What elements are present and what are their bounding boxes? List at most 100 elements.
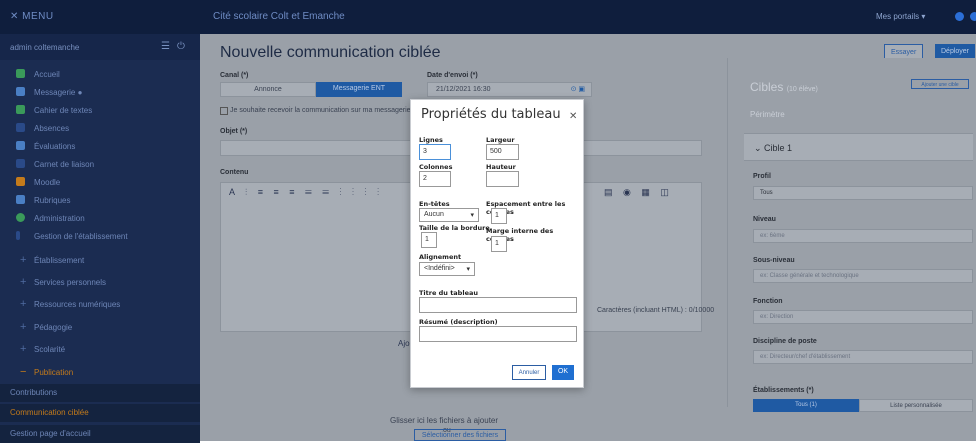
close-icon[interactable]: ✕ — [569, 111, 577, 122]
plus-icon: + — [20, 298, 27, 310]
sidebar-item-communication[interactable]: Communication ciblée — [0, 404, 200, 422]
dropdown-icon: ▾ — [470, 212, 474, 219]
largeur-label: Largeur — [486, 136, 515, 144]
chart-icon — [16, 141, 25, 150]
fonction-label: Fonction — [753, 298, 783, 305]
sidebar-item-administration[interactable]: Administration — [0, 210, 200, 228]
sidebar-group-scolarite[interactable]: + Scolarité — [0, 341, 200, 359]
receive-checkbox[interactable] — [220, 107, 228, 115]
hauteur-label: Hauteur — [486, 163, 516, 171]
link-icon — [16, 159, 25, 168]
sidebar-group-publication[interactable]: − Publication — [0, 364, 200, 382]
menu-toggle[interactable]: ✕ MENU — [10, 11, 54, 22]
alignement-label: Alignement — [419, 253, 462, 261]
niveau-label: Niveau — [753, 216, 776, 223]
calendar-icon[interactable]: ⊙ ▣ — [571, 85, 585, 93]
resume-input[interactable] — [419, 326, 577, 342]
bordure-input[interactable]: 1 — [421, 232, 437, 248]
sidebar-item-gestion-accueil[interactable]: Gestion page d'accueil — [0, 425, 200, 443]
hauteur-input[interactable] — [486, 171, 519, 187]
fonction-input[interactable]: ex: Direction — [753, 310, 973, 324]
dialog-title: Propriétés du tableau — [421, 107, 561, 122]
canal-label: Canal (*) — [220, 72, 249, 79]
building-icon — [16, 231, 20, 240]
targets-title: Cibles (10 élève) — [750, 80, 818, 94]
editor-toolbar-right[interactable]: ▤ ◉ ▦ ◫ — [604, 187, 673, 198]
date-input[interactable]: 21/12/2021 16:30 ⊙ ▣ — [427, 82, 592, 97]
site-name: Cité scolaire Colt et Emanche — [213, 11, 345, 22]
sidebar-item-moodle[interactable]: Moodle — [0, 174, 200, 192]
espacement-input[interactable]: 1 — [491, 208, 507, 224]
niveau-input[interactable]: ex: 6ème — [753, 229, 973, 243]
gear-icon — [16, 213, 25, 222]
add-target-button[interactable]: Ajouter une cible — [911, 79, 969, 89]
sidebar-item-gestion[interactable]: Gestion de l'établissement — [0, 228, 200, 246]
profil-select[interactable]: Tous — [753, 186, 973, 200]
select-files-button[interactable]: Sélectionner des fichiers — [414, 429, 506, 441]
mail-icon — [16, 87, 25, 96]
sidebar-group-ressources[interactable]: + Ressources numériques — [0, 296, 200, 314]
top-bar: ✕ MENU Cité scolaire Colt et Emanche Mes… — [0, 0, 976, 34]
portals-menu[interactable]: Mes portails ▾ — [876, 12, 925, 21]
targets-panel: Cibles (10 élève) Ajouter une cible Péri… — [727, 58, 976, 412]
sidebar-group-pedagogie[interactable]: + Pédagogie — [0, 319, 200, 337]
sousniveau-input[interactable]: ex: Classe générale et technologique — [753, 269, 973, 283]
page-title: Nouvelle communication ciblée — [220, 44, 441, 61]
target-1-header[interactable]: ⌄ Cible 1 — [744, 133, 973, 161]
canal-annonce[interactable]: Annonce — [220, 82, 316, 97]
plus-icon: + — [20, 321, 27, 333]
sidebar-item-absences[interactable]: Absences — [0, 120, 200, 138]
sidebar-item-evaluations[interactable]: Évaluations — [0, 138, 200, 156]
plus-icon: + — [20, 343, 27, 355]
sidebar-item-messagerie[interactable]: Messagerie ● — [0, 84, 200, 102]
sidebar-item-accueil[interactable]: Accueil — [0, 66, 200, 84]
minus-icon: − — [20, 366, 27, 378]
book-icon — [16, 105, 25, 114]
discipline-input[interactable]: ex: Directeur/chef d'établissement — [753, 350, 973, 364]
profil-label: Profil — [753, 173, 771, 180]
perimeter-label: Périmètre — [750, 110, 785, 119]
power-icon[interactable]: ⏻ — [177, 41, 185, 52]
etab-all-button[interactable]: Tous (1) — [753, 399, 859, 412]
etablissements-label: Établissements (*) — [753, 387, 814, 394]
ok-button[interactable]: OK — [552, 365, 574, 380]
date-label: Date d'envoi (*) — [427, 72, 478, 79]
marge-input[interactable]: 1 — [491, 236, 507, 252]
username: admin coltemanche — [10, 43, 80, 52]
attachments-label: Ajo — [398, 339, 410, 348]
user-icon[interactable] — [970, 12, 976, 21]
canal-messagerie[interactable]: Messagerie ENT — [316, 82, 402, 97]
colonnes-input[interactable]: 2 — [419, 171, 451, 187]
entetes-select[interactable]: Aucun ▾ — [419, 208, 479, 222]
person-icon — [16, 123, 25, 132]
cancel-button[interactable]: Annuler — [512, 365, 546, 380]
sousniveau-label: Sous-niveau — [753, 257, 795, 264]
sidebar-item-rubriques[interactable]: Rubriques — [0, 192, 200, 210]
drop-zone-text: Glisser ici les fichiers à ajouter — [390, 416, 499, 425]
table-properties-dialog: Propriétés du tableau ✕ Lignes 3 Largeur… — [410, 99, 584, 388]
entetes-label: En-têtes — [419, 200, 450, 208]
receive-checkbox-label: Je souhaite recevoir la communication su… — [230, 107, 411, 114]
etab-custom-button[interactable]: Liste personnalisée — [859, 399, 973, 412]
plus-icon: + — [20, 254, 27, 266]
moodle-icon — [16, 177, 25, 186]
sidebar: admin coltemanche ☰ ⏻ Accueil Messagerie… — [0, 34, 200, 443]
colonnes-label: Colonnes — [419, 163, 453, 171]
alignement-select[interactable]: <Indéfini> ▾ — [419, 262, 475, 276]
sidebar-group-services[interactable]: + Services personnels — [0, 274, 200, 292]
largeur-input[interactable]: 500 — [486, 144, 519, 160]
sidebar-item-contributions[interactable]: Contributions — [0, 384, 200, 402]
lignes-input[interactable]: 3 — [419, 144, 451, 160]
main-content: Nouvelle communication ciblée Essayer Dé… — [200, 34, 976, 441]
char-counter: Caractères (incluant HTML) : 0/10000 — [597, 307, 715, 314]
titre-input[interactable] — [419, 297, 577, 313]
plus-icon: + — [20, 276, 27, 288]
dropdown-icon: ▾ — [466, 266, 470, 273]
sidebar-item-carnet[interactable]: Carnet de liaison — [0, 156, 200, 174]
objet-label: Objet (*) — [220, 128, 248, 135]
settings-icon[interactable]: ☰ — [161, 41, 170, 52]
sidebar-item-cahier[interactable]: Cahier de textes — [0, 102, 200, 120]
editor-toolbar[interactable]: A ⫶ ≡ ≡ ≡ ☰ ☰ ⁝ ⁝ ⁝ ⁝ — [229, 187, 383, 198]
notification-icon[interactable] — [955, 12, 964, 21]
sidebar-group-etablissement[interactable]: + Établissement — [0, 252, 200, 270]
